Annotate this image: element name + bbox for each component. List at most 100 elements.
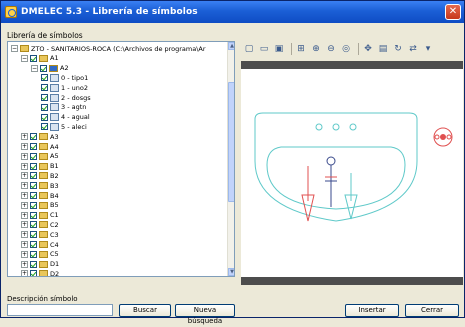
search-input[interactable] xyxy=(7,304,113,316)
tree-root-label: ZTO - SANITARIOS-ROCA (C:\Archivos de pr… xyxy=(31,44,206,53)
tree-root[interactable]: − ZTO - SANITARIOS-ROCA (C:\Archivos de p… xyxy=(11,44,206,53)
tree-item[interactable]: + D2 xyxy=(21,269,60,277)
expand-toggle[interactable]: + xyxy=(21,192,28,199)
scroll-up-arrow[interactable]: ▲ xyxy=(228,42,234,50)
close-button[interactable]: Cerrar xyxy=(405,304,459,317)
tree-item[interactable]: − A1 xyxy=(21,54,59,63)
rotate-icon[interactable]: ↻ xyxy=(392,43,404,55)
folder-icon xyxy=(39,241,48,248)
open-icon[interactable]: ▭ xyxy=(258,43,270,55)
tree-item[interactable]: + A5 xyxy=(21,152,59,161)
checkbox[interactable] xyxy=(30,133,37,141)
new-icon[interactable]: ▢ xyxy=(243,43,255,55)
symbol-preview[interactable] xyxy=(241,69,463,277)
tree-item[interactable]: 4 - agual xyxy=(41,113,90,122)
tree-item[interactable]: + C4 xyxy=(21,240,59,249)
tree-item[interactable]: + B5 xyxy=(21,201,59,210)
mirror-icon[interactable]: ⇄ xyxy=(407,43,419,55)
tree-item-label: D2 xyxy=(50,269,60,277)
tree-item[interactable]: + B1 xyxy=(21,162,59,171)
tree-item[interactable]: 2 - dosgs xyxy=(41,93,91,102)
expand-toggle[interactable]: + xyxy=(21,270,28,276)
tree-item[interactable]: + C3 xyxy=(21,230,59,239)
checkbox[interactable] xyxy=(30,54,37,62)
options-icon[interactable]: ▾ xyxy=(422,43,434,55)
expand-toggle[interactable]: − xyxy=(21,54,28,62)
insert-button[interactable]: Insertar xyxy=(345,304,399,317)
close-window-button[interactable]: ✕ xyxy=(445,4,461,20)
tree-item[interactable]: + D1 xyxy=(21,260,59,269)
expand-toggle[interactable]: − xyxy=(11,45,18,52)
checkbox[interactable] xyxy=(30,221,37,229)
print-icon[interactable]: ▤ xyxy=(377,43,389,55)
checkbox[interactable] xyxy=(30,143,37,150)
search-label: Descripción símbolo xyxy=(7,295,78,303)
folder-icon xyxy=(39,162,48,170)
checkbox[interactable] xyxy=(41,103,48,111)
tree-item[interactable]: + A3 xyxy=(21,132,59,141)
expand-toggle[interactable]: + xyxy=(21,133,28,141)
scroll-thumb[interactable] xyxy=(228,82,234,202)
checkbox[interactable] xyxy=(30,231,37,239)
tree-item[interactable]: + C1 xyxy=(21,211,59,220)
checkbox[interactable] xyxy=(30,152,37,160)
expand-toggle[interactable]: + xyxy=(21,241,28,248)
folder-icon xyxy=(39,260,48,268)
save-icon[interactable]: ▣ xyxy=(273,43,285,55)
checkbox[interactable] xyxy=(30,192,37,199)
expand-toggle[interactable]: + xyxy=(21,221,28,229)
expand-toggle[interactable]: + xyxy=(21,143,28,150)
pan-icon[interactable]: ✥ xyxy=(362,43,374,55)
expand-toggle[interactable]: − xyxy=(31,64,38,72)
tree-item[interactable]: 0 - tipo1 xyxy=(41,73,88,82)
symbol-tree[interactable]: − ZTO - SANITARIOS-ROCA (C:\Archivos de p… xyxy=(7,41,235,277)
search-button[interactable]: Buscar xyxy=(119,304,171,317)
symbol-icon xyxy=(50,122,59,131)
tree-item[interactable]: 3 - agtn xyxy=(41,103,86,112)
new-search-button[interactable]: Nueva búsqueda xyxy=(175,304,235,325)
checkbox[interactable] xyxy=(41,113,48,121)
tree-item[interactable]: + B2 xyxy=(21,171,59,180)
expand-toggle[interactable]: + xyxy=(21,211,28,219)
checkbox[interactable] xyxy=(41,74,48,82)
tree-scrollbar[interactable]: ▲ ▼ xyxy=(227,42,234,276)
checkbox[interactable] xyxy=(30,162,37,170)
tree-item[interactable]: + B4 xyxy=(21,191,59,200)
scroll-down-arrow[interactable]: ▼ xyxy=(228,268,234,276)
checkbox[interactable] xyxy=(30,172,37,180)
zoom-extents-icon[interactable]: ◎ xyxy=(340,43,352,55)
symbol-icon xyxy=(50,73,59,82)
checkbox[interactable] xyxy=(30,201,37,209)
checkbox[interactable] xyxy=(40,64,47,72)
checkbox[interactable] xyxy=(30,250,37,258)
expand-toggle[interactable]: + xyxy=(21,182,28,190)
checkbox[interactable] xyxy=(41,84,48,92)
checkbox[interactable] xyxy=(30,182,37,190)
tree-item[interactable]: + A4 xyxy=(21,142,59,151)
folder-icon xyxy=(49,64,58,72)
checkbox[interactable] xyxy=(30,270,37,276)
checkbox[interactable] xyxy=(30,260,37,268)
expand-toggle[interactable]: + xyxy=(21,162,28,170)
expand-toggle[interactable]: + xyxy=(21,152,28,160)
title-bar[interactable]: DMELEC 5.3 - Librería de símbolos ✕ xyxy=(1,1,464,23)
expand-toggle[interactable]: + xyxy=(21,201,28,209)
checkbox[interactable] xyxy=(41,123,48,131)
tree-item[interactable]: 1 - uno2 xyxy=(41,83,88,92)
zoom-out-icon[interactable]: ⊖ xyxy=(325,43,337,55)
checkbox[interactable] xyxy=(41,94,48,101)
tree-item[interactable]: − A2 xyxy=(31,64,69,73)
tree-item[interactable]: + C5 xyxy=(21,250,59,259)
expand-toggle[interactable]: + xyxy=(21,172,28,180)
zoom-in-icon[interactable]: ⊕ xyxy=(310,43,322,55)
expand-toggle[interactable]: + xyxy=(21,231,28,239)
tree-item[interactable]: + B3 xyxy=(21,181,59,190)
checkbox[interactable] xyxy=(30,241,37,248)
tree-item[interactable]: 5 - aleci xyxy=(41,122,87,131)
expand-toggle[interactable]: + xyxy=(21,260,28,268)
zoom-window-icon[interactable]: ⊞ xyxy=(295,43,307,55)
tree-item[interactable]: + C2 xyxy=(21,220,59,229)
expand-toggle[interactable]: + xyxy=(21,250,28,258)
tap-hole-center xyxy=(332,123,340,131)
checkbox[interactable] xyxy=(30,211,37,219)
